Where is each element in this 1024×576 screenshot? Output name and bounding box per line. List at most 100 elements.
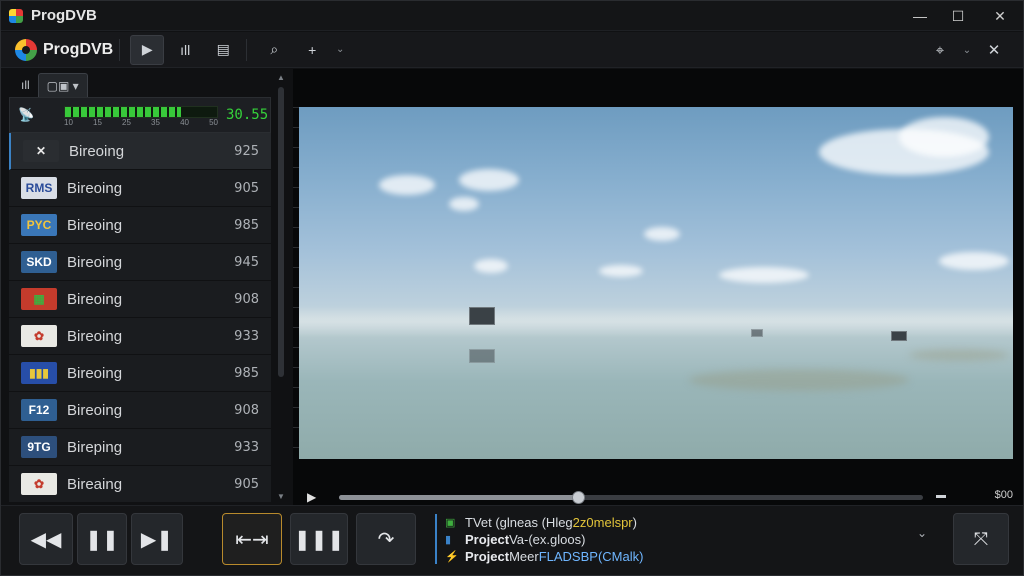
scale-label: 25: [122, 118, 131, 127]
info-line-text: Meer: [509, 549, 539, 564]
info-line: ▣ TVet (glneas (Hleg 2z0melspr ): [445, 514, 935, 531]
signal-value: 30.55: [226, 107, 269, 123]
channel-name: Bireoing: [69, 142, 125, 160]
distant-sign: [469, 307, 495, 325]
channel-row[interactable]: ▮▮▮ Bireoing 985: [9, 355, 271, 392]
channel-number: 908: [234, 291, 259, 307]
forward-button[interactable]: ↷: [356, 513, 416, 565]
channel-name: Bireoing: [67, 253, 123, 271]
project-icon: ▮: [445, 534, 452, 546]
signal-view-button[interactable]: ıll: [168, 35, 202, 65]
channel-row[interactable]: ✿ Bireoing 933: [9, 318, 271, 355]
close-button[interactable]: ✕: [977, 1, 1023, 31]
info-label: Project: [465, 532, 510, 547]
channel-row[interactable]: SKD Bireoing 945: [9, 244, 271, 281]
toolbar-right: ⌖ ⌄ ✕: [919, 32, 1023, 68]
scale-label: 15: [93, 118, 102, 127]
scale-label: 50: [209, 118, 218, 127]
channel-row[interactable]: ▦ Bireoing 908: [9, 281, 271, 318]
channel-name: Bireoing: [67, 327, 123, 345]
channel-list-scrollbar[interactable]: ▲ ▼: [276, 73, 286, 501]
window-title: ProgDVB: [31, 7, 97, 24]
search-button[interactable]: ⌕: [257, 35, 291, 65]
channel-name: Bireping: [67, 438, 123, 456]
window-controls: — ☐ ✕: [901, 1, 1023, 31]
next-button[interactable]: ▶❚: [131, 513, 183, 565]
channel-list[interactable]: ✕ Bireoing 925 RMS Bireoing 905 PYC Bireoing 985…: [9, 133, 271, 503]
channel-logo-icon: PYC: [21, 214, 57, 236]
panel-tabs: ıll ▢▣ ▾: [9, 69, 271, 97]
app-window: ProgDVB — ☐ ✕ ProgDVB ▶ ıll ▤ ⌕ + ⌄ ⌖ ⌄ …: [0, 0, 1024, 576]
channel-logo-icon: ▮▮▮: [21, 362, 57, 384]
minimize-button[interactable]: —: [901, 1, 939, 31]
maximize-button[interactable]: ☐: [939, 1, 977, 31]
rewind-button[interactable]: ◀◀: [19, 513, 73, 565]
signal-fill: [65, 107, 181, 117]
channel-name: Bireoing: [67, 401, 123, 419]
channel-logo-icon: RMS: [21, 177, 57, 199]
play-icon[interactable]: ▶: [307, 490, 316, 504]
control-bar: ◀◀ ❚❚ ▶❚ ⇤⇥ ❚❚❚ ↷ ▣ TVet (glneas (Hleg 2…: [1, 505, 1023, 575]
sign-reflection: [469, 349, 495, 363]
distant-sign: [751, 329, 763, 337]
capture-dropdown-icon[interactable]: ⌄: [961, 35, 973, 65]
channel-row[interactable]: ✿ Bireaing 905: [9, 466, 271, 503]
channel-row[interactable]: PYC Bireoing 985: [9, 207, 271, 244]
volume-icon[interactable]: ▬: [936, 490, 946, 501]
signal-scale: 10 15 25 35 40 50: [64, 118, 218, 127]
cloud: [599, 265, 643, 277]
info-highlight: 2z0melspr: [572, 515, 633, 530]
scroll-down-icon[interactable]: ▼: [276, 492, 286, 501]
cloud: [474, 259, 508, 273]
channel-name: Bireoing: [67, 179, 123, 197]
add-button[interactable]: +: [295, 35, 329, 65]
channel-number: 933: [234, 328, 259, 344]
channel-number: 985: [234, 365, 259, 381]
channel-name: Bireaing: [67, 475, 123, 493]
tv-icon: ▣: [445, 517, 456, 529]
channels-view-button[interactable]: ▶: [130, 34, 165, 65]
channel-logo-icon: ✿: [21, 325, 57, 347]
seek-progress: [339, 495, 578, 500]
seek-handle[interactable]: [572, 491, 585, 504]
cloud: [449, 197, 479, 211]
scrollbar-thumb[interactable]: [278, 87, 284, 377]
channel-logo-icon: ▦: [21, 288, 57, 310]
channel-row[interactable]: RMS Bireoing 905: [9, 170, 271, 207]
stop-button[interactable]: ❚❚❚: [290, 513, 348, 565]
info-line-text: TVet (glneas (Hleg: [465, 515, 573, 530]
channel-row[interactable]: F12 Bireoing 908: [9, 392, 271, 429]
channel-row[interactable]: ✕ Bireoing 925: [9, 133, 271, 170]
logo-text: ProgDVB: [43, 40, 114, 58]
fullscreen-button[interactable]: ⤧: [953, 513, 1009, 565]
chevron-down-icon[interactable]: ⌄: [917, 526, 927, 540]
seek-bar[interactable]: [339, 491, 923, 504]
video-area[interactable]: [293, 69, 1023, 489]
channel-number: 945: [234, 254, 259, 270]
scroll-up-icon[interactable]: ▲: [276, 73, 286, 82]
toolbar-divider: [119, 38, 121, 61]
aspect-button[interactable]: ⇤⇥: [222, 513, 282, 565]
more-dropdown-button[interactable]: ⌄: [333, 35, 347, 65]
video-frame[interactable]: [299, 107, 1013, 459]
tab-signal[interactable]: ıll: [13, 73, 38, 97]
channel-row[interactable]: 9TG Bireping 933: [9, 429, 271, 466]
cloud: [644, 227, 680, 241]
channel-logo-icon: 9TG: [21, 436, 57, 458]
scale-label: 10: [64, 118, 73, 127]
tab-channels[interactable]: ▢▣ ▾: [37, 73, 88, 97]
distant-sign: [891, 331, 907, 341]
time-display: $00: [994, 489, 1013, 501]
seek-row: ▶ ▬ $00: [293, 489, 1023, 505]
pause-button[interactable]: ❚❚: [77, 513, 127, 565]
cloud: [459, 169, 519, 191]
channel-number: 905: [234, 180, 259, 196]
epg-button[interactable]: ▤: [206, 35, 240, 65]
scale-label: 35: [151, 118, 160, 127]
toolbar-divider: [246, 38, 248, 61]
toolbar-close-button[interactable]: ✕: [977, 35, 1011, 65]
channel-number: 933: [234, 439, 259, 455]
signal-level-meter: 10 15 25 35 40 50: [64, 102, 218, 128]
info-line-text: Va-(ex.gloos): [509, 532, 586, 547]
capture-icon[interactable]: ⌖: [923, 35, 957, 65]
